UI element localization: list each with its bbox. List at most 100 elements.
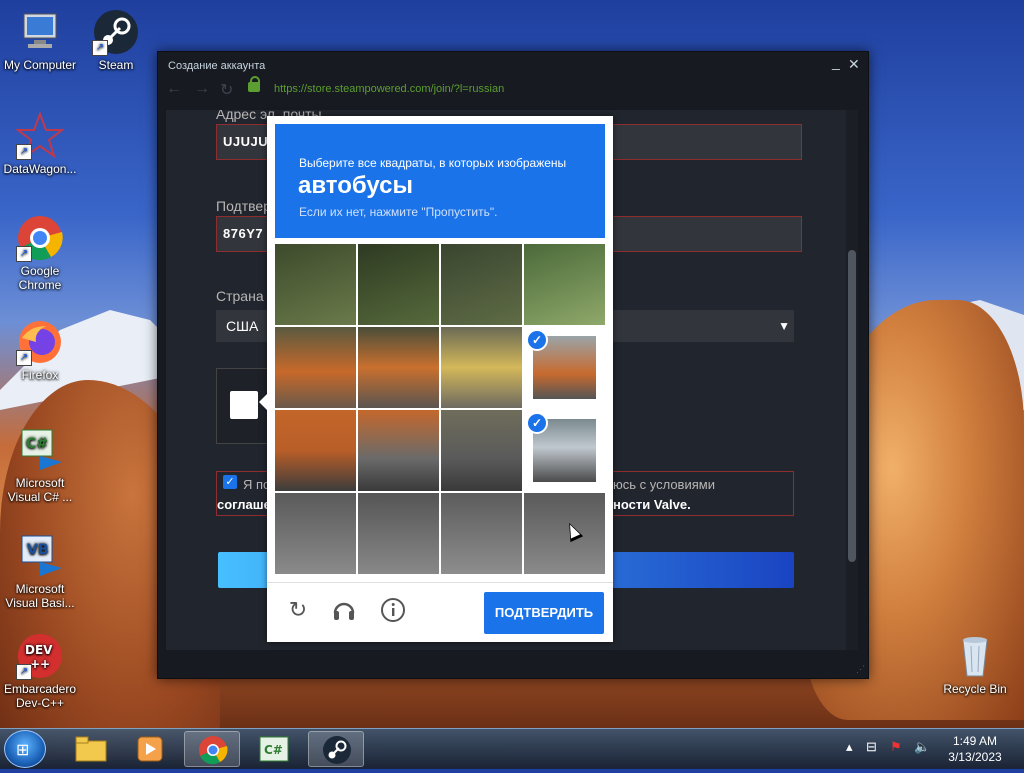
media-player-icon xyxy=(137,736,163,762)
network-icon[interactable]: ⊟ xyxy=(866,739,877,755)
captcha-checkbox[interactable] xyxy=(230,391,258,419)
desktop-icon-dev-cpp[interactable]: DEV ++ ↗ Embarcadero Dev-C++ xyxy=(0,632,80,710)
desktop-icon-label: Google Chrome xyxy=(18,264,62,292)
chevron-down-icon: ▼ xyxy=(778,319,790,333)
visual-basic-icon: VB xyxy=(16,532,64,580)
desktop-icon-my-computer[interactable]: My Computer xyxy=(0,8,80,72)
captcha-tile-image xyxy=(358,244,439,325)
lock-icon xyxy=(248,76,260,92)
scrollbar[interactable] xyxy=(846,110,858,650)
captcha-tile[interactable] xyxy=(524,493,605,574)
volume-icon[interactable]: 🔈 xyxy=(914,739,930,755)
checkmark-icon: ✓ xyxy=(526,329,548,351)
minimize-button[interactable]: _ xyxy=(832,54,840,70)
info-icon[interactable] xyxy=(380,597,406,623)
visual-csharp-icon: C# xyxy=(259,736,289,762)
desktop-icon-label: Steam xyxy=(98,58,134,72)
svg-text:++: ++ xyxy=(30,657,50,671)
desktop-icon-label: My Computer xyxy=(3,58,77,72)
captcha-tile[interactable] xyxy=(275,244,356,325)
clock[interactable]: 1:49 AM 3/13/2023 xyxy=(940,733,1010,765)
taskbar-media-player[interactable] xyxy=(122,731,178,767)
desktop-icon-visual-basic[interactable]: VB Microsoft Visual Basi... xyxy=(0,532,80,610)
headphones-icon[interactable] xyxy=(331,597,357,623)
captcha-tile[interactable] xyxy=(524,244,605,325)
captcha-tile[interactable] xyxy=(441,244,522,325)
recycle-bin-icon xyxy=(951,632,999,680)
country-label: Страна xyxy=(216,288,264,304)
forward-arrow-icon[interactable]: → xyxy=(194,80,210,98)
agreement-text-end: юсь с условиями xyxy=(613,477,715,492)
captcha-tile[interactable]: ✓ xyxy=(524,410,605,491)
agreement-link-end[interactable]: ности Valve. xyxy=(613,495,691,515)
popup-pointer xyxy=(259,394,267,410)
captcha-tile[interactable] xyxy=(441,493,522,574)
captcha-tile[interactable] xyxy=(275,327,356,408)
svg-text:C#: C# xyxy=(26,436,48,452)
refresh-icon[interactable]: ↻ xyxy=(220,80,233,100)
clock-time: 1:49 AM xyxy=(952,734,998,748)
shortcut-arrow-icon: ↗ xyxy=(16,246,32,262)
desktop-icon-label: Recycle Bin xyxy=(943,682,1007,696)
captcha-footer: ↻ ПОДТВЕРДИТЬ xyxy=(267,582,613,643)
show-hidden-icons-icon[interactable]: ▴ xyxy=(846,739,853,755)
steam-icon: ↗ xyxy=(92,8,140,56)
taskbar-explorer[interactable] xyxy=(62,731,118,767)
visual-csharp-icon: C# xyxy=(16,426,64,474)
captcha-tile[interactable] xyxy=(441,327,522,408)
chrome-icon xyxy=(199,736,228,765)
captcha-tile-image xyxy=(524,244,605,325)
clock-date: 3/13/2023 xyxy=(948,750,1002,764)
agreement-link-start[interactable]: соглаше xyxy=(217,495,271,515)
chrome-icon: ↗ xyxy=(16,214,64,262)
confirm-email-label: Подтвер xyxy=(216,198,271,214)
taskbar: ⊞ C# ▴ ⊟ ⚑ 🔈 1:49 AM 3/13/2023 xyxy=(0,728,1024,769)
country-select-value: США xyxy=(226,318,259,334)
computer-icon xyxy=(16,8,64,56)
captcha-tile[interactable] xyxy=(358,410,439,491)
captcha-tile[interactable] xyxy=(358,244,439,325)
desktop-icon-recycle-bin[interactable]: Recycle Bin xyxy=(935,632,1015,696)
taskbar-chrome[interactable] xyxy=(184,731,240,767)
resize-grip-icon[interactable]: ⋰ xyxy=(856,664,865,675)
steam-icon xyxy=(323,736,351,764)
dev-cpp-icon: DEV ++ ↗ xyxy=(16,632,64,680)
captcha-tile[interactable] xyxy=(358,493,439,574)
start-button[interactable]: ⊞ xyxy=(4,730,46,768)
taskbar-steam[interactable] xyxy=(308,731,364,767)
checkmark-icon: ✓ xyxy=(526,412,548,434)
captcha-image-grid: ✓ ✓ xyxy=(275,244,605,574)
close-button[interactable]: ✕ xyxy=(848,56,860,73)
back-arrow-icon[interactable]: ← xyxy=(166,80,182,98)
action-center-icon[interactable]: ⚑ xyxy=(890,739,902,755)
captcha-tile[interactable] xyxy=(358,327,439,408)
captcha-tile-image xyxy=(524,493,605,574)
taskbar-visual-csharp[interactable]: C# xyxy=(246,731,302,767)
url-text[interactable]: https://store.steampowered.com/join/?l=r… xyxy=(274,83,504,95)
scrollbar-thumb[interactable] xyxy=(848,250,856,562)
refresh-icon[interactable]: ↻ xyxy=(285,597,311,623)
desktop-icon-label: Embarcadero Dev-C++ xyxy=(3,682,77,710)
verify-button[interactable]: ПОДТВЕРДИТЬ xyxy=(484,592,604,634)
desktop-icon-visual-csharp[interactable]: C# Microsoft Visual C# ... xyxy=(0,426,80,504)
captcha-tile[interactable] xyxy=(275,493,356,574)
captcha-tile-image xyxy=(275,410,356,491)
agreement-checkbox[interactable]: ✓ xyxy=(223,475,237,489)
desktop-icon-steam[interactable]: ↗ Steam xyxy=(76,8,156,72)
captcha-tile-image xyxy=(441,327,522,408)
datawagon-icon: ↗ xyxy=(15,111,65,160)
captcha-prompt: Выберите все квадраты, в которых изображ… xyxy=(275,124,605,238)
captcha-tile-image xyxy=(275,493,356,574)
desktop-icon-firefox[interactable]: ↗ Firefox xyxy=(0,318,80,382)
desktop-icon-datawagon[interactable]: ↗ DataWagon... xyxy=(0,111,80,176)
captcha-tile[interactable] xyxy=(441,410,522,491)
captcha-tile-image xyxy=(275,244,356,325)
desktop-icon-label: Microsoft Visual Basi... xyxy=(5,582,75,610)
desktop-icon-chrome[interactable]: ↗ Google Chrome xyxy=(0,214,80,292)
captcha-tile[interactable] xyxy=(275,410,356,491)
svg-text:C#: C# xyxy=(264,743,283,757)
captcha-instruction: Выберите все квадраты, в которых изображ… xyxy=(299,156,567,170)
folder-icon xyxy=(75,736,107,762)
captcha-tile[interactable]: ✓ xyxy=(524,327,605,408)
window-title: Создание аккаунта xyxy=(168,60,266,72)
